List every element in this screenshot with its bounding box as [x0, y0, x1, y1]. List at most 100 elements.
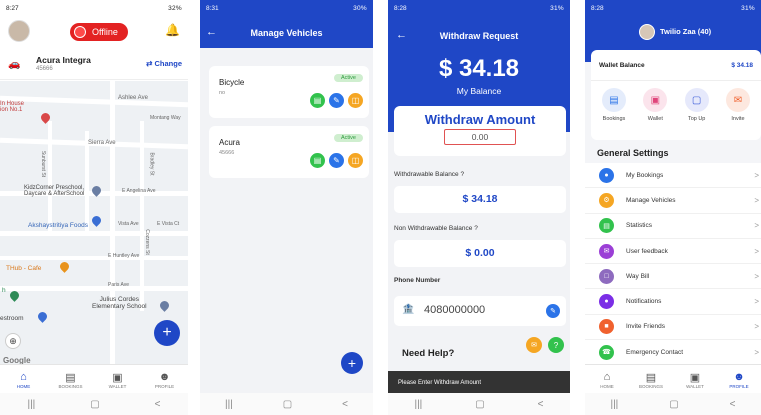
help-icon[interactable]: ? [474, 225, 478, 232]
home-nav-icon[interactable]: ▢ [669, 399, 678, 410]
map-pin[interactable] [36, 310, 49, 323]
tab-bookings[interactable]: ▤ BOOKINGS [47, 365, 94, 394]
map-pin[interactable] [90, 214, 103, 227]
withdraw-amount-input[interactable] [444, 129, 516, 145]
help-button[interactable]: ? [548, 337, 564, 353]
map-road [0, 95, 188, 108]
trash-icon: ◫ [351, 156, 360, 165]
settings-item-emergency-contact[interactable]: ☎ Emergency Contact > [585, 340, 761, 366]
avatar[interactable] [8, 20, 30, 42]
home-icon: ⌂ [20, 370, 27, 383]
tab-label: BOOKINGS [58, 383, 83, 389]
home-nav-icon[interactable]: ▢ [283, 399, 292, 410]
system-nav-bar: ||| ▢ < [200, 393, 373, 415]
edit-phone-button[interactable]: ✎ [546, 304, 560, 318]
pencil-icon: ✎ [333, 96, 340, 105]
street-label: E Huntley Ave [108, 253, 140, 259]
my-location-button[interactable]: ⊕ [5, 333, 21, 349]
chat-icon: ✉ [531, 342, 537, 349]
recents-icon[interactable]: ||| [414, 399, 422, 410]
vehicle-name: Acura Integra [36, 55, 91, 65]
street-label: Bradley St [148, 152, 155, 176]
home-nav-icon[interactable]: ▢ [475, 399, 484, 410]
quick-action-wallet[interactable]: ▣ Wallet [636, 88, 674, 122]
back-nav-icon[interactable]: < [342, 399, 348, 410]
wallet-icon: ▣ [643, 88, 668, 112]
need-help-heading: Need Help? [402, 348, 455, 359]
street-label: Sierra Ave [88, 140, 116, 146]
quick-action-bookings[interactable]: ▤ Bookings [595, 88, 633, 122]
documents-button[interactable]: ▤ [310, 153, 325, 168]
tab-label: WALLET [108, 383, 127, 389]
vehicle-plate: no [219, 90, 226, 96]
tab-profile[interactable]: ☻ PROFILE [717, 365, 761, 394]
balance-amount: $ 34.18 [438, 55, 520, 82]
bell-icon[interactable]: 🔔 [165, 23, 180, 37]
chevron-right-icon: > [754, 297, 759, 307]
car-icon: 🚗 [8, 59, 21, 70]
settings-label: Manage Vehicles [626, 196, 676, 204]
street-label: Ashlee Ave [118, 95, 148, 101]
settings-item-manage-vehicles[interactable]: ⚙ Manage Vehicles > [585, 188, 761, 214]
wallet-balance-value: $ 34.18 [731, 62, 753, 69]
street-label: Cozzens St [143, 229, 150, 255]
change-vehicle-button[interactable]: ⇄ Change [146, 59, 182, 68]
quick-action-invite[interactable]: ✉ Invite [719, 88, 757, 122]
settings-item-my-bookings[interactable]: ● My Bookings > [585, 163, 761, 189]
vehicle-card[interactable]: Bicycle no Active ▤ ✎ ◫ [209, 66, 369, 118]
chevron-right-icon: > [754, 271, 759, 281]
add-button[interactable]: + [154, 320, 180, 346]
settings-label: Way Bill [626, 272, 650, 280]
status-bar: 8:27 32% [0, 0, 188, 16]
street-label: Vista Ave [118, 221, 139, 227]
map-pin[interactable] [58, 260, 71, 273]
non-withdrawable-value: $ 0.00 [394, 240, 566, 267]
back-nav-icon[interactable]: < [155, 399, 161, 410]
status-battery: 32% [168, 4, 182, 12]
current-vehicle: 🚗 Acura Integra 45666 ⇄ Change [0, 50, 188, 80]
settings-item-statistics[interactable]: ▤ Statistics > [585, 213, 761, 239]
tab-home[interactable]: ⌂ HOME [0, 365, 47, 394]
tab-bookings[interactable]: ▤ BOOKINGS [629, 365, 673, 394]
tab-profile[interactable]: ☻ PROFILE [141, 365, 188, 394]
delete-button[interactable]: ◫ [348, 93, 363, 108]
vehicle-card[interactable]: Acura 45666 Active ▤ ✎ ◫ [209, 126, 369, 178]
edit-button[interactable]: ✎ [329, 153, 344, 168]
bell-icon: ● [599, 294, 614, 310]
tab-wallet[interactable]: ▣ WALLET [673, 365, 717, 394]
settings-item-user-feedback[interactable]: ✉ User feedback > [585, 238, 761, 265]
phone-field[interactable]: 🏦 4080000000 ✎ [394, 296, 566, 326]
quick-action-topup[interactable]: ▢ Top Up [678, 88, 716, 122]
documents-button[interactable]: ▤ [310, 93, 325, 108]
help-icon[interactable]: ? [461, 171, 465, 178]
back-nav-icon[interactable]: < [538, 399, 544, 410]
add-vehicle-button[interactable]: + [341, 352, 363, 374]
chat-support-button[interactable]: ✉ [526, 337, 542, 353]
waybill-icon: □ [599, 268, 614, 284]
online-toggle[interactable]: Offline [70, 23, 128, 41]
tab-label: PROFILE [154, 383, 175, 389]
settings-item-notifications[interactable]: ● Notifications > [585, 289, 761, 315]
map-pin[interactable] [8, 289, 21, 302]
profile-icon: ☻ [733, 370, 745, 383]
recents-icon[interactable]: ||| [27, 399, 35, 410]
settings-item-way-bill[interactable]: □ Way Bill > [585, 264, 761, 290]
invite-icon: ✉ [725, 88, 750, 112]
recents-icon[interactable]: ||| [225, 399, 233, 410]
avatar[interactable] [639, 24, 655, 40]
tab-wallet[interactable]: ▣ WALLET [94, 365, 141, 394]
map-road [140, 121, 144, 311]
recents-icon[interactable]: ||| [610, 399, 618, 410]
edit-button[interactable]: ✎ [329, 93, 344, 108]
tab-home[interactable]: ⌂ HOME [585, 365, 629, 394]
delete-button[interactable]: ◫ [348, 153, 363, 168]
home-nav-icon[interactable]: ▢ [90, 399, 99, 410]
poi-label: estroom [0, 315, 24, 322]
pencil-icon: ✎ [550, 308, 556, 315]
quick-action-label: Top Up [687, 116, 706, 122]
map-pin[interactable] [158, 299, 171, 312]
map-road [48, 121, 52, 231]
chevron-right-icon: > [754, 246, 759, 256]
settings-item-invite-friends[interactable]: ■ Invite Friends > [585, 314, 761, 341]
back-nav-icon[interactable]: < [730, 399, 736, 410]
